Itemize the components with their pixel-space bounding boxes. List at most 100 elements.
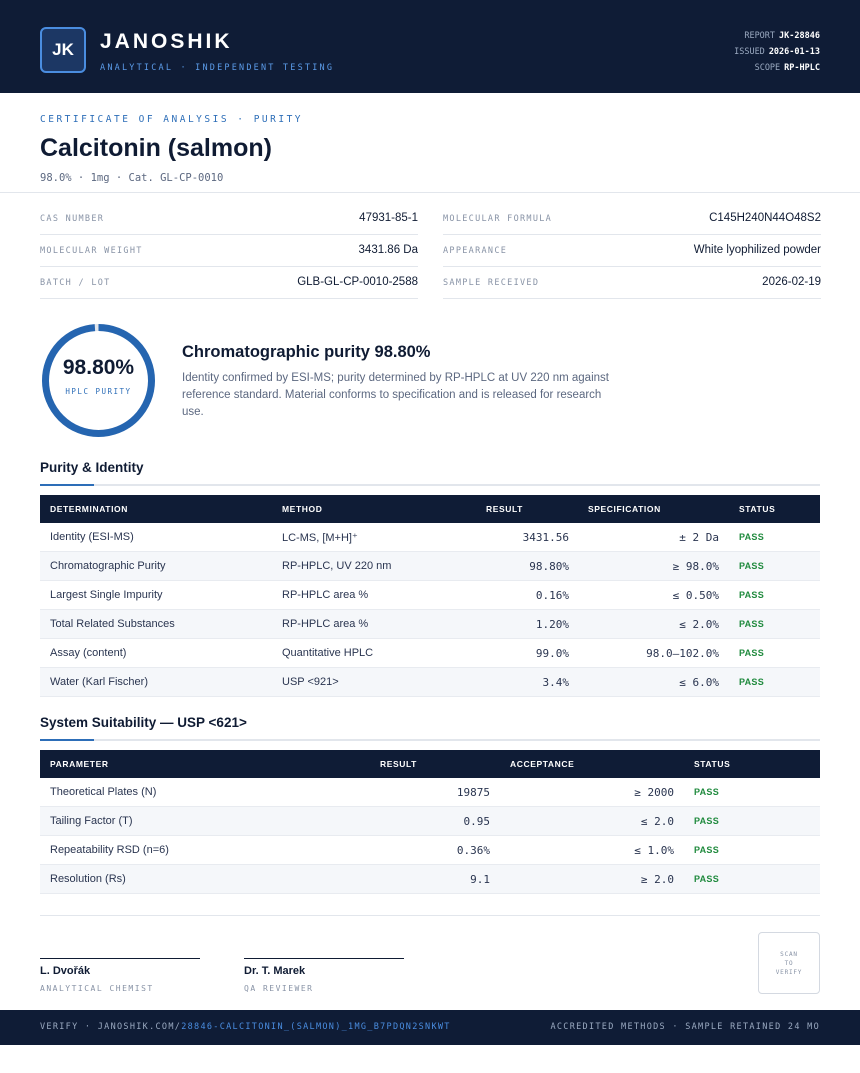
brand-tagline: ANALYTICAL · INDEPENDENT TESTING [100,63,335,73]
col-header-specification: SPECIFICATION [588,504,661,514]
purity-headline: Chromatographic purity 98.80% [182,343,431,361]
cell-specification: ± 2 Da [679,531,719,544]
cell-acceptance: ≤ 2.0 [640,815,674,828]
cell-result: 19875 [456,786,490,799]
table-row: Theoretical Plates (N) 19875 ≥ 2000 PASS [40,778,820,807]
purity-table: DETERMINATION METHOD RESULT SPECIFICATIO… [40,495,820,697]
signatory-role: ANALYTICAL CHEMIST [40,984,154,993]
info-label: CAS NUMBER [40,214,105,224]
scope-line: SCOPE RP-HPLC [734,60,820,76]
cell-parameter: Resolution (Rs) [50,873,126,885]
status-badge: PASS [739,532,765,542]
info-value: 47931-85-1 [359,212,418,224]
col-header-status: STATUS [694,759,731,769]
info-label: BATCH / LOT [40,278,111,288]
cell-acceptance: ≤ 1.0% [634,844,674,857]
purity-percent: 98.80% [62,356,135,379]
section-underline-accent [40,484,94,486]
verify-qr-placeholder[interactable]: SCAN TO VERIFY [758,932,820,994]
cell-determination: Identity (ESI-MS) [50,531,134,543]
scope-value: RP-HPLC [784,63,820,73]
report-id-line: REPORT JK-28846 [734,28,820,44]
cell-determination: Chromatographic Purity [50,560,166,572]
signatory-name: L. Dvořák [40,965,91,977]
cell-method: Quantitative HPLC [282,647,374,659]
status-badge: PASS [694,874,720,884]
verify-prefix: VERIFY · JANOSHIK.COM/ [40,1022,182,1032]
info-value: 2026-02-19 [762,276,821,288]
table-row: Resolution (Rs) 9.1 ≥ 2.0 PASS [40,865,820,894]
table-row: Chromatographic Purity RP-HPLC, UV 220 n… [40,552,820,581]
cell-method: USP <921> [282,676,339,688]
verify-link[interactable]: 28846-CALCITONIN_(SALMON)_1MG_B7PDQN2SNK… [181,1022,451,1032]
cell-result: 1.20% [535,618,569,631]
cell-result: 98.80% [529,560,569,573]
issued-date: 2026-01-13 [768,47,820,57]
status-badge: PASS [739,677,765,687]
issued-line: ISSUED 2026-01-13 [734,44,820,60]
table-header: DETERMINATION METHOD RESULT SPECIFICATIO… [40,495,820,523]
cell-method: RP-HPLC, UV 220 nm [282,560,392,572]
status-badge: PASS [694,845,720,855]
verify-text: VERIFY · JANOSHIK.COM/28846-CALCITONIN_(… [40,1022,451,1032]
info-label: MOLECULAR FORMULA [443,214,553,224]
cell-specification: 98.0–102.0% [646,647,719,660]
table-row: Identity (ESI-MS) LC-MS, [M+H]⁺ 3431.56 … [40,523,820,552]
table-row: Tailing Factor (T) 0.95 ≤ 2.0 PASS [40,807,820,836]
info-value: GLB-GL-CP-0010-2588 [297,276,418,288]
table-header: PARAMETER RESULT ACCEPTANCE STATUS [40,750,820,778]
report-header: JK JANOSHIK ANALYTICAL · INDEPENDENT TES… [0,0,860,93]
cell-method: LC-MS, [M+H]⁺ [282,532,358,544]
suitability-table: PARAMETER RESULT ACCEPTANCE STATUS Theor… [40,750,820,894]
cell-parameter: Theoretical Plates (N) [50,786,157,798]
status-badge: PASS [739,619,765,629]
cell-parameter: Repeatability RSD (n=6) [50,844,169,856]
info-label: MOLECULAR WEIGHT [40,246,143,256]
signatory-name: Dr. T. Marek [244,965,306,977]
info-batch-lot: BATCH / LOT GLB-GL-CP-0010-2588 [40,267,418,299]
qr-line: TO [784,959,794,967]
signature-line [40,958,200,959]
info-value: C145H240N44O48S2 [709,212,821,224]
qr-line: VERIFY [775,968,803,976]
info-sample-received: SAMPLE RECEIVED 2026-02-19 [443,267,821,299]
cell-acceptance: ≥ 2000 [634,786,674,799]
purity-ring-label: HPLC PURITY [65,387,132,396]
col-header-determination: DETERMINATION [50,504,128,514]
info-label: APPEARANCE [443,246,508,256]
cell-result: 0.16% [535,589,569,602]
table-row: Assay (content) Quantitative HPLC 99.0% … [40,639,820,668]
logo: JK [40,27,86,73]
cell-specification: ≥ 98.0% [672,560,719,573]
cell-specification: ≤ 0.50% [672,589,719,602]
col-header-parameter: PARAMETER [50,759,109,769]
cell-result: 3431.56 [522,531,569,544]
info-appearance: APPEARANCE White lyophilized powder [443,235,821,267]
cell-determination: Assay (content) [50,647,127,659]
status-badge: PASS [739,648,765,658]
section-underline [40,484,820,486]
section-title-purity: Purity & Identity [40,460,144,475]
cell-result: 9.1 [470,873,490,886]
table-row: Water (Karl Fischer) USP <921> 3.4% ≤ 6.… [40,668,820,697]
table-row: Total Related Substances RP-HPLC area % … [40,610,820,639]
cell-result: 0.95 [463,815,491,828]
col-header-result: RESULT [380,759,417,769]
report-label: REPORT [744,31,776,41]
info-value: White lyophilized powder [693,244,821,256]
qr-line: SCAN [780,950,798,958]
report-meta: REPORT JK-28846 ISSUED 2026-01-13 SCOPE RP-… [734,28,820,76]
cell-determination: Largest Single Impurity [50,589,163,601]
purity-ring [42,324,155,437]
page-title: Calcitonin (salmon) [40,134,272,162]
qr-text: SCAN TO VERIFY [776,950,802,977]
section-title-suitability: System Suitability — USP <621> [40,715,247,730]
cell-determination: Total Related Substances [50,618,175,630]
status-badge: PASS [694,816,720,826]
divider [0,192,860,193]
brand-name: JANOSHIK [100,30,233,53]
signature-line [244,958,404,959]
cell-result: 3.4% [542,676,570,689]
col-header-acceptance: ACCEPTANCE [510,759,575,769]
cell-method: RP-HPLC area % [282,589,369,601]
